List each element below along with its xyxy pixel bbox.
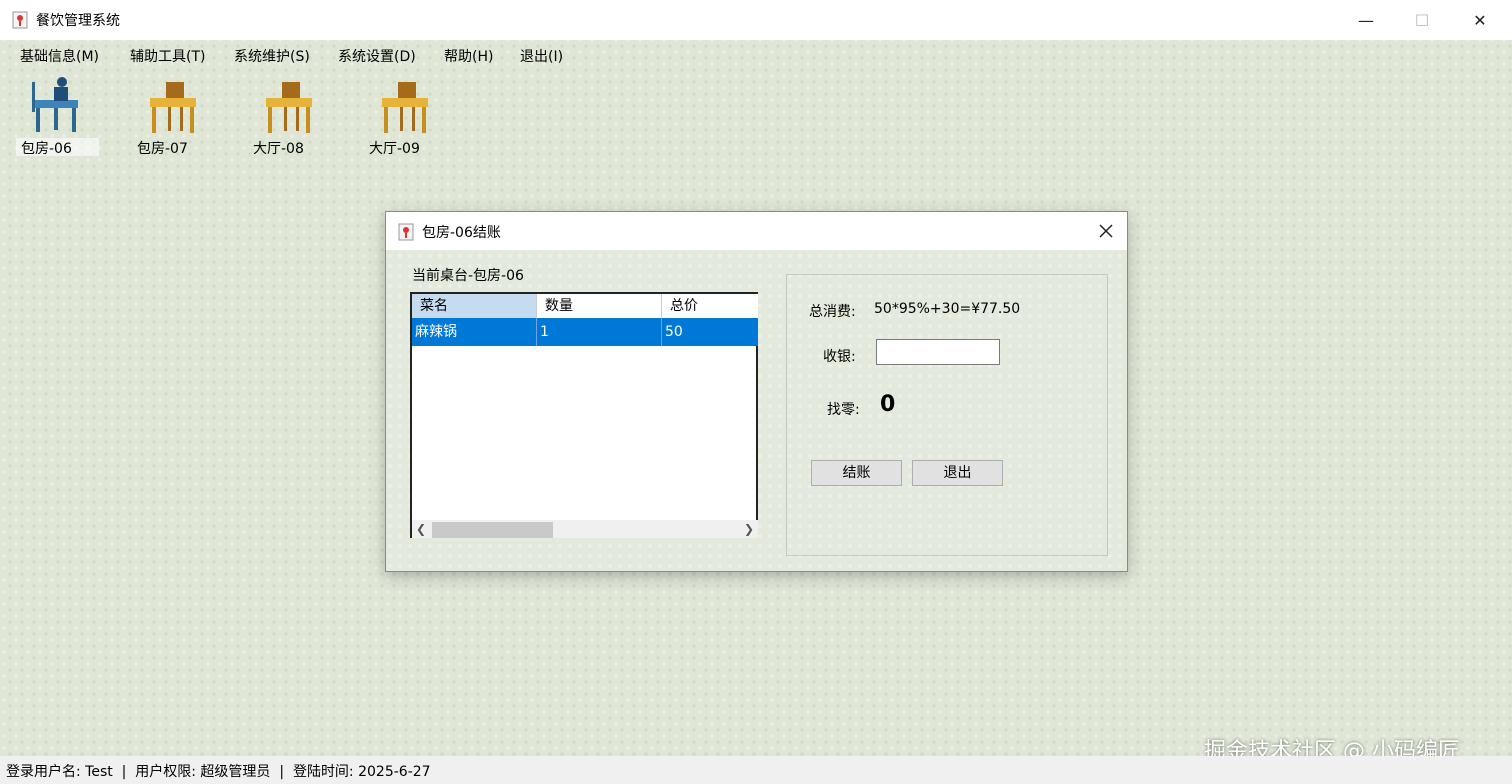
app-icon [398,223,414,241]
table-icon [150,82,196,133]
total-label: 总消费: [809,304,856,320]
exit-button[interactable]: 退出 [912,460,1003,486]
menu-exit[interactable]: 退出(I) [520,46,563,66]
menu-maintenance[interactable]: 系统维护(S) [234,46,310,66]
app-icon [12,11,28,29]
total-value: 50*95%+30=¥77.50 [874,301,1021,317]
order-grid[interactable]: 菜名 数量 总价 麻辣锅 1 50 ❮ ❯ [410,292,758,538]
occupied-table-icon [32,77,78,132]
close-button[interactable]: ✕ [1452,0,1508,40]
minimize-button[interactable]: — [1338,0,1394,40]
table-label[interactable]: 大厅-08 [253,138,304,158]
checkout-dialog: 包房-06结账 当前桌台-包房-06 菜名 数量 总价 麻辣锅 1 50 ❮ ❯… [385,211,1128,572]
table-row[interactable]: 麻辣锅 1 50 [412,318,758,346]
table-label[interactable]: 包房-07 [137,138,188,158]
scroll-right-icon[interactable]: ❯ [740,520,758,538]
scroll-left-icon[interactable]: ❮ [412,520,430,538]
status-text: 登录用户名: Test | 用户权限: 超级管理员 | 登陆时间: 2025-6… [6,764,431,780]
current-table-label: 当前桌台-包房-06 [412,268,524,284]
close-icon[interactable] [1095,220,1117,242]
menu-basic-info[interactable]: 基础信息(M) [20,46,99,66]
cash-input[interactable] [876,339,1000,365]
dialog-titlebar: 包房-06结账 [386,212,1127,250]
maximize-button[interactable]: ☐ [1394,0,1450,40]
cash-label: 收银: [823,349,856,365]
dialog-title: 包房-06结账 [422,225,501,241]
cell-quantity[interactable]: 1 [537,318,662,346]
cell-dish[interactable]: 麻辣锅 [412,318,537,346]
window-titlebar: 餐饮管理系统 — ☐ ✕ [0,0,1512,40]
menu-settings[interactable]: 系统设置(D) [338,46,416,66]
menu-bar: 基础信息(M) 辅助工具(T) 系统维护(S) 系统设置(D) 帮助(H) 退出… [0,40,1512,70]
table-label[interactable]: 包房-06 [21,138,72,158]
column-header-dish[interactable]: 菜名 [412,294,537,318]
grid-header: 菜名 数量 总价 [412,294,758,319]
horizontal-scrollbar[interactable]: ❮ ❯ [412,520,758,538]
table-icon [382,82,428,133]
change-label: 找零: [827,402,860,418]
scrollbar-thumb[interactable] [432,522,553,538]
cell-total[interactable]: 50 [662,318,758,346]
table-icon [266,82,312,133]
window-title: 餐饮管理系统 [36,13,120,29]
column-header-quantity[interactable]: 数量 [537,294,662,318]
checkout-button[interactable]: 结账 [811,460,902,486]
change-value: 0 [880,392,896,417]
table-label[interactable]: 大厅-09 [369,138,420,158]
column-header-total[interactable]: 总价 [662,294,758,318]
menu-tools[interactable]: 辅助工具(T) [130,46,205,66]
status-bar: 登录用户名: Test | 用户权限: 超级管理员 | 登陆时间: 2025-6… [0,756,1512,784]
menu-help[interactable]: 帮助(H) [444,46,493,66]
